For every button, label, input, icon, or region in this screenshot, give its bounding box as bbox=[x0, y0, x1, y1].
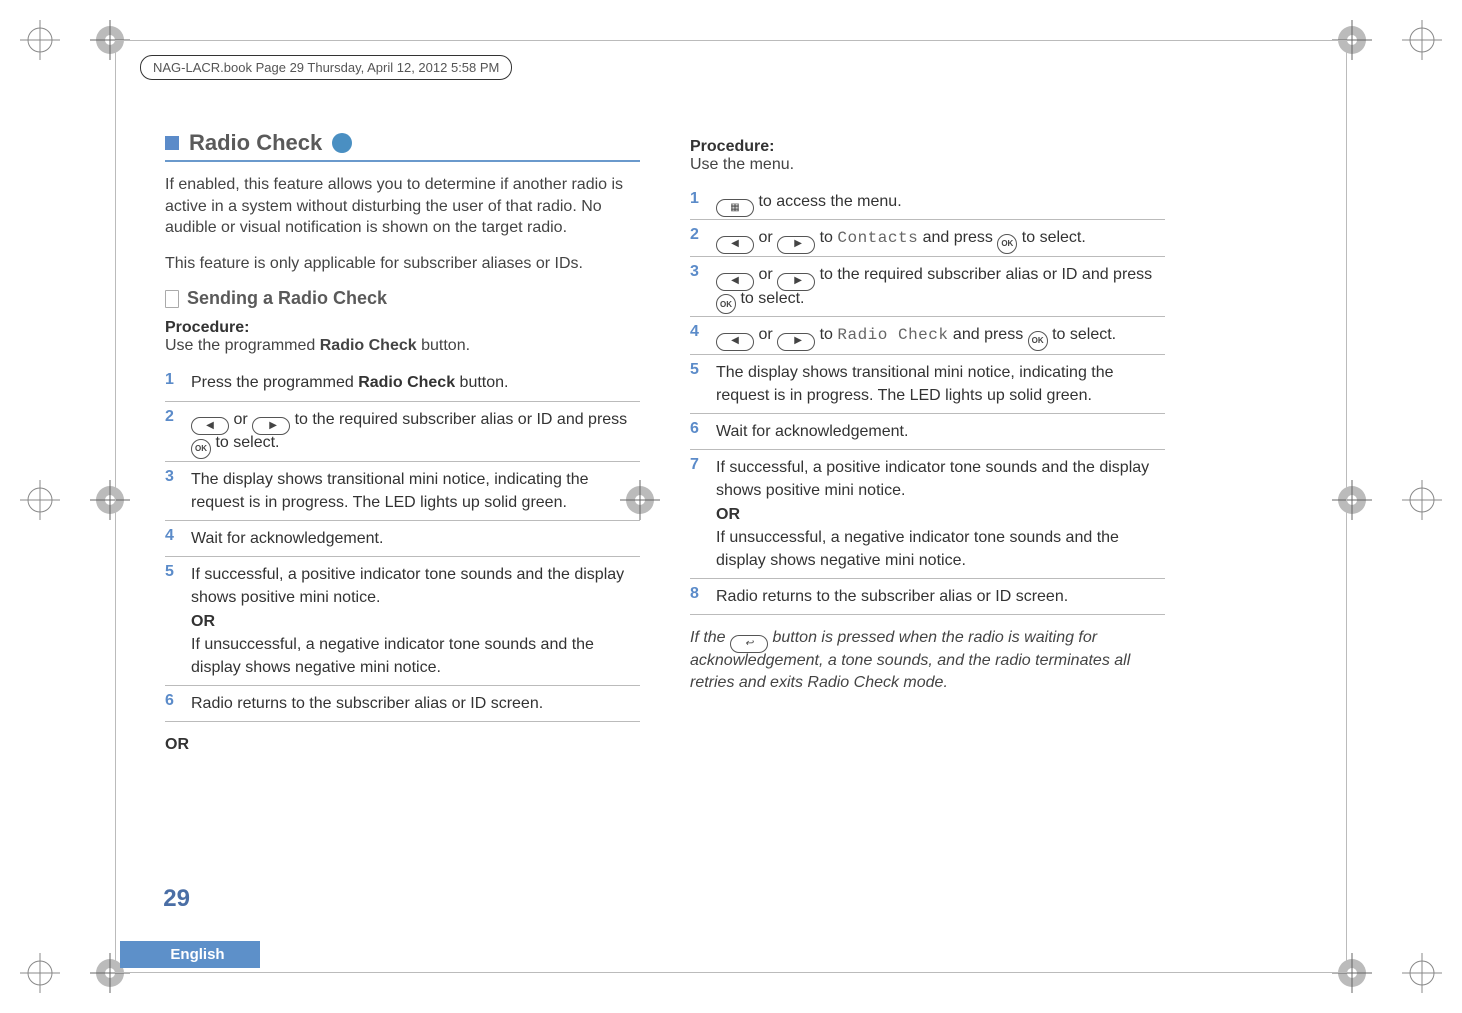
procedure-label: Procedure: bbox=[165, 319, 640, 337]
procedure-intro: Use the menu. bbox=[690, 156, 1165, 174]
registration-mark-icon bbox=[1402, 20, 1442, 60]
or-separator: OR bbox=[165, 736, 640, 754]
step-text: Radio returns to the subscriber alias or… bbox=[716, 585, 1068, 608]
ok-key-icon: OK bbox=[191, 439, 211, 459]
step-number: 6 bbox=[690, 420, 704, 438]
step-text: or to Contacts and press OK to select. bbox=[716, 226, 1086, 250]
step: 8 Radio returns to the subscriber alias … bbox=[690, 579, 1165, 615]
step-number: 7 bbox=[690, 456, 704, 474]
step-text: If successful, a positive indicator tone… bbox=[191, 563, 640, 679]
step-text: or to the required subscriber alias or I… bbox=[716, 263, 1165, 310]
menu-key-icon bbox=[716, 199, 754, 217]
step-number: 3 bbox=[690, 263, 704, 281]
step-number: 3 bbox=[165, 468, 179, 486]
right-key-icon bbox=[777, 333, 815, 351]
step-text: Wait for acknowledgement. bbox=[191, 527, 383, 550]
step: 4 Wait for acknowledgement. bbox=[165, 521, 640, 557]
step: 5 The display shows transitional mini no… bbox=[690, 355, 1165, 414]
intro-paragraph: This feature is only applicable for subs… bbox=[165, 253, 640, 275]
step: 4 or to Radio Check and press OK to sele… bbox=[690, 317, 1165, 354]
step-number: 5 bbox=[165, 563, 179, 581]
ok-key-icon: OK bbox=[1028, 331, 1048, 351]
step: 2 or to the required subscriber alias or… bbox=[165, 402, 640, 462]
back-key-icon bbox=[730, 635, 768, 653]
ok-key-icon: OK bbox=[716, 294, 736, 314]
step-text: or to Radio Check and press OK to select… bbox=[716, 323, 1116, 347]
page-number: 29 bbox=[120, 885, 190, 913]
right-key-icon bbox=[252, 417, 290, 435]
registration-mark-icon bbox=[1402, 953, 1442, 993]
registration-mark-icon bbox=[20, 953, 60, 993]
step-text: Wait for acknowledgement. bbox=[716, 420, 908, 443]
right-key-icon bbox=[777, 236, 815, 254]
step: 7 If successful, a positive indicator to… bbox=[690, 450, 1165, 579]
section-title: Radio Check bbox=[189, 130, 322, 156]
registration-mark-icon bbox=[20, 480, 60, 520]
language-label: English bbox=[120, 941, 260, 968]
step: 6 Radio returns to the subscriber alias … bbox=[165, 686, 640, 722]
feature-icon bbox=[332, 133, 352, 153]
right-key-icon bbox=[777, 273, 815, 291]
step-number: 4 bbox=[165, 527, 179, 545]
footnote: If the button is pressed when the radio … bbox=[690, 627, 1165, 694]
step-number: 1 bbox=[165, 371, 179, 389]
intro-paragraph: If enabled, this feature allows you to d… bbox=[165, 174, 640, 239]
left-key-icon bbox=[716, 333, 754, 351]
left-column: Radio Check If enabled, this feature all… bbox=[165, 130, 640, 754]
page-icon bbox=[165, 290, 179, 308]
step-number: 1 bbox=[690, 190, 704, 208]
section-marker-icon bbox=[165, 136, 179, 150]
registration-mark-icon bbox=[1402, 480, 1442, 520]
step-text: If successful, a positive indicator tone… bbox=[716, 456, 1165, 572]
right-column: Procedure: Use the menu. 1 to access the… bbox=[690, 130, 1165, 754]
step-number: 2 bbox=[165, 408, 179, 426]
left-key-icon bbox=[191, 417, 229, 435]
step-text: The display shows transitional mini noti… bbox=[191, 468, 640, 514]
sub-heading: Sending a Radio Check bbox=[187, 288, 387, 309]
left-key-icon bbox=[716, 273, 754, 291]
step-number: 6 bbox=[165, 692, 179, 710]
step-text: or to the required subscriber alias or I… bbox=[191, 408, 640, 455]
step-text: Radio returns to the subscriber alias or… bbox=[191, 692, 543, 715]
step-number: 8 bbox=[690, 585, 704, 603]
ok-key-icon: OK bbox=[997, 234, 1017, 254]
procedure-intro: Use the programmed Radio Check button. bbox=[165, 337, 640, 355]
step: 3 or to the required subscriber alias or… bbox=[690, 257, 1165, 317]
step: 1 Press the programmed Radio Check butto… bbox=[165, 365, 640, 401]
step-number: 2 bbox=[690, 226, 704, 244]
step: 6 Wait for acknowledgement. bbox=[690, 414, 1165, 450]
step: 2 or to Contacts and press OK to select. bbox=[690, 220, 1165, 257]
registration-mark-icon bbox=[20, 20, 60, 60]
section-divider bbox=[165, 160, 640, 162]
step-text: Press the programmed Radio Check button. bbox=[191, 371, 508, 394]
left-key-icon bbox=[716, 236, 754, 254]
step-number: 5 bbox=[690, 361, 704, 379]
file-header: NAG-LACR.book Page 29 Thursday, April 12… bbox=[140, 55, 512, 80]
procedure-label: Procedure: bbox=[690, 138, 1165, 156]
step: 1 to access the menu. bbox=[690, 184, 1165, 220]
step: 5 If successful, a positive indicator to… bbox=[165, 557, 640, 686]
step-number: 4 bbox=[690, 323, 704, 341]
step-text: to access the menu. bbox=[716, 190, 902, 213]
page-number-area: 29 bbox=[120, 885, 190, 913]
step-text: The display shows transitional mini noti… bbox=[716, 361, 1165, 407]
step: 3 The display shows transitional mini no… bbox=[165, 462, 640, 521]
